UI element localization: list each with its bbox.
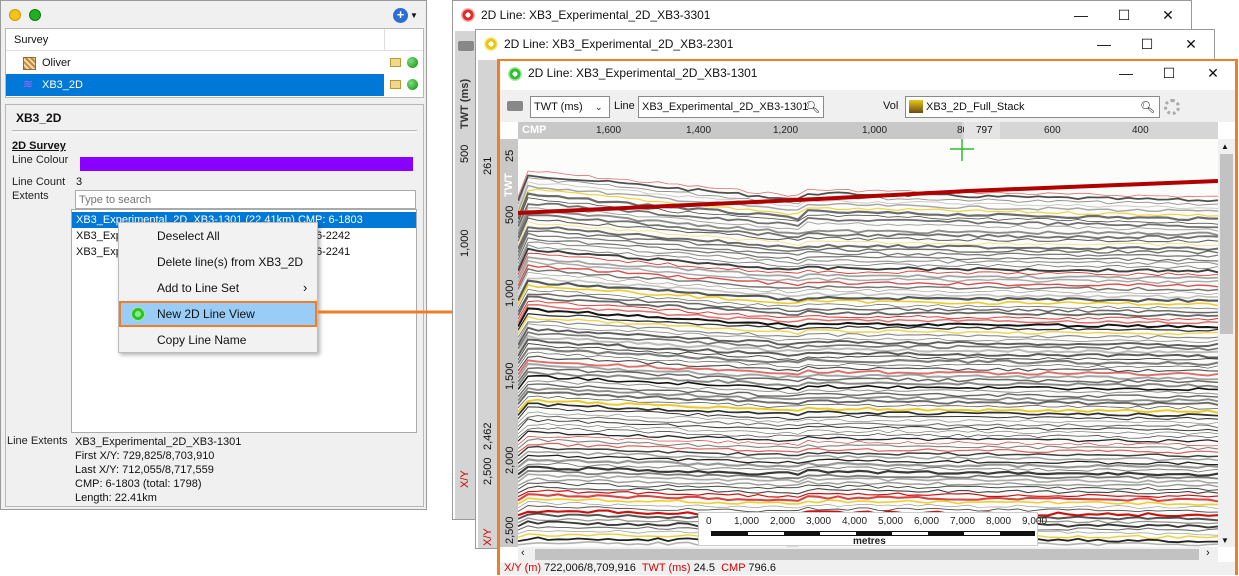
add-icon[interactable]: + <box>393 8 408 23</box>
maximize-button[interactable]: ☐ <box>1104 1 1144 29</box>
settings-gear-icon[interactable] <box>1164 99 1180 115</box>
line-count-label: Line Count <box>12 176 66 188</box>
line-view-icon <box>131 307 145 321</box>
grid-survey-icon <box>23 57 36 70</box>
close-button[interactable]: ✕ <box>1193 61 1233 86</box>
extents-label: Extents <box>12 190 49 202</box>
window-titlebar[interactable]: 2D Line: XB3_Experimental_2D_XB3-3301 — … <box>453 1 1191 29</box>
line-extents-label: Line Extents <box>7 435 68 447</box>
seismic-section[interactable] <box>518 139 1218 547</box>
close-button[interactable]: ✕ <box>1148 1 1188 29</box>
maximize-button[interactable]: ☐ <box>1149 61 1189 86</box>
menu-item-copy-line-name[interactable]: Copy Line Name <box>119 327 317 353</box>
menu-item-deselect-all[interactable]: Deselect All <box>119 223 317 249</box>
dropdown-arrow-icon[interactable]: ▼ <box>410 11 418 20</box>
volume-field[interactable]: XB3_2D_Full_Stack 🔍︎ <box>905 96 1160 118</box>
scroll-right-icon[interactable]: › <box>1206 547 1210 559</box>
twt-axis <box>500 139 518 547</box>
twt-axis-label: TWT <box>503 173 515 197</box>
vertical-scroll-thumb[interactable] <box>1220 154 1233 334</box>
window-titlebar[interactable]: 2D Line: XB3_Experimental_2D_XB3-2301 — … <box>476 30 1214 58</box>
survey-row-oliver[interactable]: Oliver <box>6 52 423 74</box>
scroll-down-icon[interactable]: ▼ <box>1221 536 1229 545</box>
window-titlebar[interactable]: 2D Line: XB3_Experimental_2D_XB3-1301 — … <box>500 61 1235 86</box>
line-extents-values: XB3_Experimental_2D_XB3-1301 First X/Y: … <box>75 436 242 504</box>
2d-line-icon <box>484 37 498 51</box>
line-count-value: 3 <box>76 176 83 188</box>
survey-row-xb3-2d[interactable]: XB3_2D <box>6 74 384 96</box>
scale-unit: metres <box>853 536 886 547</box>
horizontal-scroll-thumb[interactable] <box>535 549 1199 560</box>
scroll-up-icon[interactable]: ▲ <box>1221 142 1229 151</box>
scroll-left-icon[interactable]: ‹ <box>521 547 525 559</box>
window-title: 2D Line: XB3_Experimental_2D_XB3-3301 <box>481 8 711 22</box>
minimize-button[interactable]: — <box>1061 1 1101 29</box>
minimize-button[interactable]: — <box>1106 61 1146 86</box>
close-button[interactable]: ✕ <box>1171 30 1211 58</box>
status-ok-icon <box>407 57 418 68</box>
cmp-readout: 796.6 <box>748 562 776 574</box>
twt-readout: 24.5 <box>693 562 715 574</box>
window-title: 2D Line: XB3_Experimental_2D_XB3-2301 <box>504 37 734 51</box>
details-title: XB3_2D <box>16 111 62 125</box>
search-icon[interactable]: 🔍︎ <box>805 97 820 117</box>
folder-icon[interactable] <box>390 80 401 89</box>
section-title: 2D Survey <box>12 140 66 152</box>
search-icon[interactable]: 🔍︎ <box>1140 97 1155 117</box>
survey-manager-panel: + ▼ Survey Oliver XB3_2D ≋ XB3_2D 2D Sur… <box>0 0 427 510</box>
vol-label: Vol <box>883 100 899 112</box>
yellow-status-icon <box>9 9 21 21</box>
context-menu: Deselect All Delete line(s) from XB3_2D … <box>118 222 318 353</box>
menu-item-add-to-line-set[interactable]: Add to Line Set › <box>119 275 317 301</box>
menu-item-delete-lines[interactable]: Delete line(s) from XB3_2D <box>119 249 317 275</box>
survey-header: Survey <box>6 29 423 51</box>
2d-line-icon <box>508 67 522 81</box>
menu-item-new-2d-line-view[interactable]: New 2D Line View <box>119 301 317 327</box>
folder-icon[interactable] <box>390 58 401 67</box>
line-field[interactable]: XB3_Experimental_2D_XB3-1301 🔍︎ <box>638 96 824 118</box>
camera-icon[interactable] <box>507 101 523 111</box>
line-label: Line <box>614 100 635 112</box>
domain-select[interactable]: TWT (ms) ⌄ <box>530 96 610 118</box>
green-status-icon <box>29 9 41 21</box>
chevron-down-icon: ⌄ <box>595 102 603 112</box>
camera-icon[interactable] <box>458 41 474 51</box>
status-bar: X/Y (m) 722,006/8,709,916 TWT (ms) 24.5 … <box>500 562 1235 575</box>
2d-line-icon <box>461 8 475 22</box>
cmp-axis-label: CMP <box>522 124 547 136</box>
submenu-arrow-icon: › <box>303 280 308 295</box>
volume-icon <box>909 100 923 113</box>
line-search-input[interactable] <box>75 190 416 209</box>
2d-survey-icon: ≋ <box>23 77 34 91</box>
cursor-cmp-readout: 797 <box>964 122 1000 139</box>
xy-readout: 722,006/8,709,916 <box>544 562 636 574</box>
maximize-button[interactable]: ☐ <box>1127 30 1167 58</box>
status-ok-icon <box>407 79 418 90</box>
line-colour-swatch[interactable] <box>80 157 413 171</box>
line-window-1301[interactable]: 2D Line: XB3_Experimental_2D_XB3-1301 — … <box>497 59 1238 575</box>
survey-list: Survey Oliver XB3_2D ≋ <box>5 28 424 98</box>
twt-axis-label: TWT (ms) <box>459 78 471 129</box>
line-colour-label: Line Colour <box>12 154 69 166</box>
window-title: 2D Line: XB3_Experimental_2D_XB3-1301 <box>528 66 758 80</box>
minimize-button[interactable]: — <box>1084 30 1124 58</box>
